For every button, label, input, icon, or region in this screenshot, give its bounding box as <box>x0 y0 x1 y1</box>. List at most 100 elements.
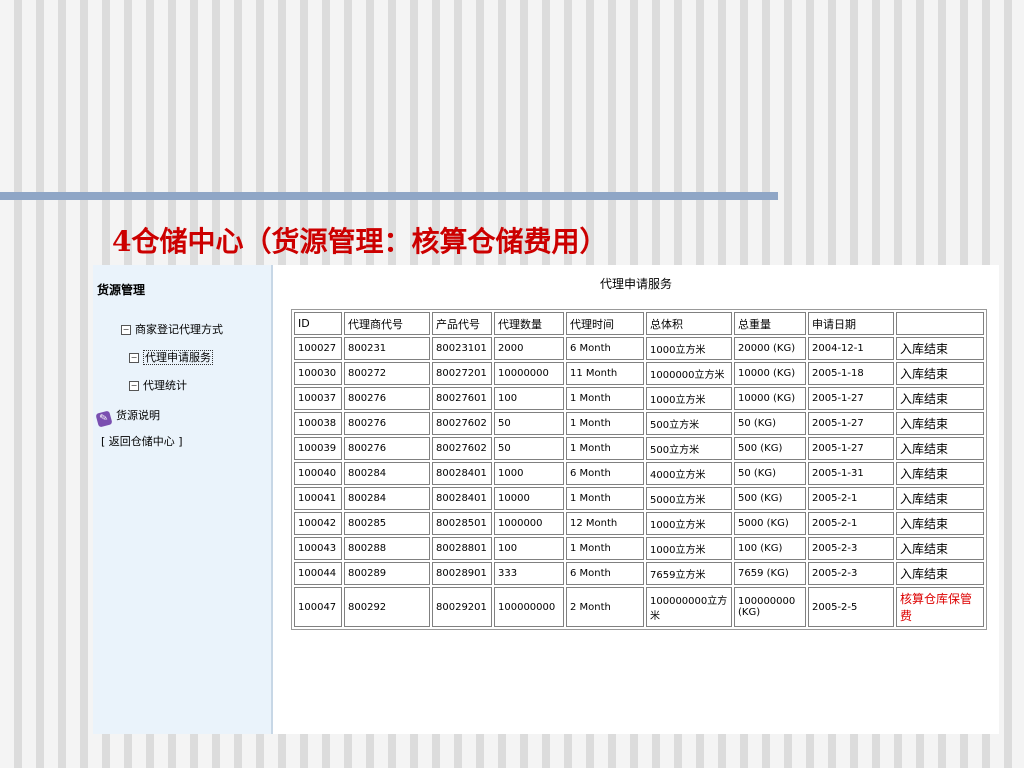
table-cell: 2005-2-3 <box>808 562 894 585</box>
table-cell: 80027601 <box>432 387 492 410</box>
column-header: ID <box>294 312 342 335</box>
table-cell: 800276 <box>344 412 430 435</box>
status-cell: 入库结束 <box>896 337 984 360</box>
status-cell: 入库结束 <box>896 537 984 560</box>
table-row: 100030 800272 80027201 10000000 11 Month 1000… <box>294 362 984 385</box>
slide-title: 4仓储中心（货源管理：核算仓储费用） <box>112 225 608 258</box>
status-cell: 入库结束 <box>896 512 984 535</box>
minus-box-icon[interactable]: − <box>121 325 131 335</box>
table-cell: 800276 <box>344 437 430 460</box>
table-cell: 100040 <box>294 462 342 485</box>
table-cell: 80027602 <box>432 437 492 460</box>
table-cell: 800285 <box>344 512 430 535</box>
table-cell: 10000 (KG) <box>734 387 806 410</box>
table-cell: 80028401 <box>432 487 492 510</box>
table-cell: 1 Month <box>566 412 644 435</box>
table-row: 100047 800292 80029201 100000000 2 Month 1000… <box>294 587 984 627</box>
table-cell: 100000000 (KG) <box>734 587 806 627</box>
table-cell: 1000000 <box>494 512 564 535</box>
table-cell: 2005-2-3 <box>808 537 894 560</box>
table-cell: 100000000立方米 <box>646 587 732 627</box>
table-cell: 500立方米 <box>646 412 732 435</box>
table-cell: 500 (KG) <box>734 437 806 460</box>
table-cell: 100 (KG) <box>734 537 806 560</box>
agency-request-table: ID 代理商代号 产品代号 代理数量 代理时间 总体积 总重量 申请日期 100027 8002… <box>291 309 987 630</box>
table-cell: 80027201 <box>432 362 492 385</box>
table-row: 100038 800276 80027602 50 1 Month 500立方米 50 (K… <box>294 412 984 435</box>
table-cell: 1 Month <box>566 437 644 460</box>
status-cell: 入库结束 <box>896 462 984 485</box>
table-cell: 2005-2-5 <box>808 587 894 627</box>
column-header: 总重量 <box>734 312 806 335</box>
table-cell: 800276 <box>344 387 430 410</box>
table-cell: 6 Month <box>566 462 644 485</box>
column-header: 代理数量 <box>494 312 564 335</box>
table-row: 100044 800289 80028901 333 6 Month 7659立方米 765… <box>294 562 984 585</box>
table-cell: 500 (KG) <box>734 487 806 510</box>
table-row: 100043 800288 80028801 100 1 Month 1000立方米 100… <box>294 537 984 560</box>
column-header <box>896 312 984 335</box>
table-cell: 2005-1-27 <box>808 387 894 410</box>
table-cell: 6 Month <box>566 337 644 360</box>
table-body: 100027 800231 80023101 2000 6 Month 1000立方米 20… <box>294 337 984 627</box>
table-cell: 80028901 <box>432 562 492 585</box>
column-header: 产品代号 <box>432 312 492 335</box>
status-cell: 入库结束 <box>896 487 984 510</box>
table-cell: 10000000 <box>494 362 564 385</box>
minus-box-icon[interactable]: − <box>129 381 139 391</box>
book-icon: ✎ <box>95 410 113 428</box>
app-screenshot: 货源管理 − 商家登记代理方式 − 代理申请服务 − 代理统计 ✎ 货源说明 [ 返回仓… <box>93 265 999 734</box>
table-cell: 100037 <box>294 387 342 410</box>
table-cell: 50 <box>494 437 564 460</box>
table-cell: 100039 <box>294 437 342 460</box>
table-cell: 1000立方米 <box>646 512 732 535</box>
table-cell: 2005-2-1 <box>808 512 894 535</box>
minus-box-icon[interactable]: − <box>129 353 139 363</box>
table-row: 100027 800231 80023101 2000 6 Month 1000立方米 20… <box>294 337 984 360</box>
slide-accent-bar <box>0 192 778 200</box>
table-cell: 1000立方米 <box>646 337 732 360</box>
status-cell: 入库结束 <box>896 412 984 435</box>
tree-item-agency-request[interactable]: − 代理申请服务 <box>129 349 213 365</box>
table-cell: 2 Month <box>566 587 644 627</box>
table-cell: 80027602 <box>432 412 492 435</box>
table-cell: 80023101 <box>432 337 492 360</box>
table-cell: 10000 <box>494 487 564 510</box>
table-cell: 2004-12-1 <box>808 337 894 360</box>
table-cell: 100027 <box>294 337 342 360</box>
tree-item-agency-stats[interactable]: − 代理统计 <box>129 377 187 393</box>
table-cell: 80028401 <box>432 462 492 485</box>
table-row: 100039 800276 80027602 50 1 Month 500立方米 500 (… <box>294 437 984 460</box>
column-header: 代理商代号 <box>344 312 430 335</box>
back-to-warehouse-link[interactable]: [ 返回仓储中心 ] <box>101 433 183 449</box>
table-row: 100040 800284 80028401 1000 6 Month 4000立方米 50… <box>294 462 984 485</box>
table-cell: 2005-1-31 <box>808 462 894 485</box>
table-cell: 1 Month <box>566 487 644 510</box>
table-cell: 1000立方米 <box>646 387 732 410</box>
column-header: 总体积 <box>646 312 732 335</box>
table-cell: 1000立方米 <box>646 537 732 560</box>
table-cell: 2005-1-27 <box>808 412 894 435</box>
table-cell: 1000 <box>494 462 564 485</box>
table-cell: 100041 <box>294 487 342 510</box>
tree-item-merchant-register[interactable]: − 商家登记代理方式 <box>121 321 223 337</box>
column-header: 申请日期 <box>808 312 894 335</box>
table-row: 100037 800276 80027601 100 1 Month 1000立方米 100… <box>294 387 984 410</box>
table-cell: 50 <box>494 412 564 435</box>
sidebar-title: 货源管理 <box>97 283 146 297</box>
tree-item-label: 代理申请服务 <box>143 350 213 365</box>
source-info-link[interactable]: ✎ 货源说明 <box>95 407 160 428</box>
table-cell: 100 <box>494 387 564 410</box>
table-cell: 10000 (KG) <box>734 362 806 385</box>
status-cell: 入库结束 <box>896 437 984 460</box>
status-cell: 入库结束 <box>896 362 984 385</box>
calculate-fee-link[interactable]: 核算仓库保管费 <box>896 587 984 627</box>
table-cell: 100038 <box>294 412 342 435</box>
table-cell: 7659 (KG) <box>734 562 806 585</box>
table-cell: 333 <box>494 562 564 585</box>
panel-title: 代理申请服务 <box>599 277 672 291</box>
table-cell: 20000 (KG) <box>734 337 806 360</box>
table-cell: 500立方米 <box>646 437 732 460</box>
table-cell: 2005-1-18 <box>808 362 894 385</box>
sidebar: 货源管理 − 商家登记代理方式 − 代理申请服务 − 代理统计 ✎ 货源说明 [ 返回仓… <box>93 265 273 734</box>
